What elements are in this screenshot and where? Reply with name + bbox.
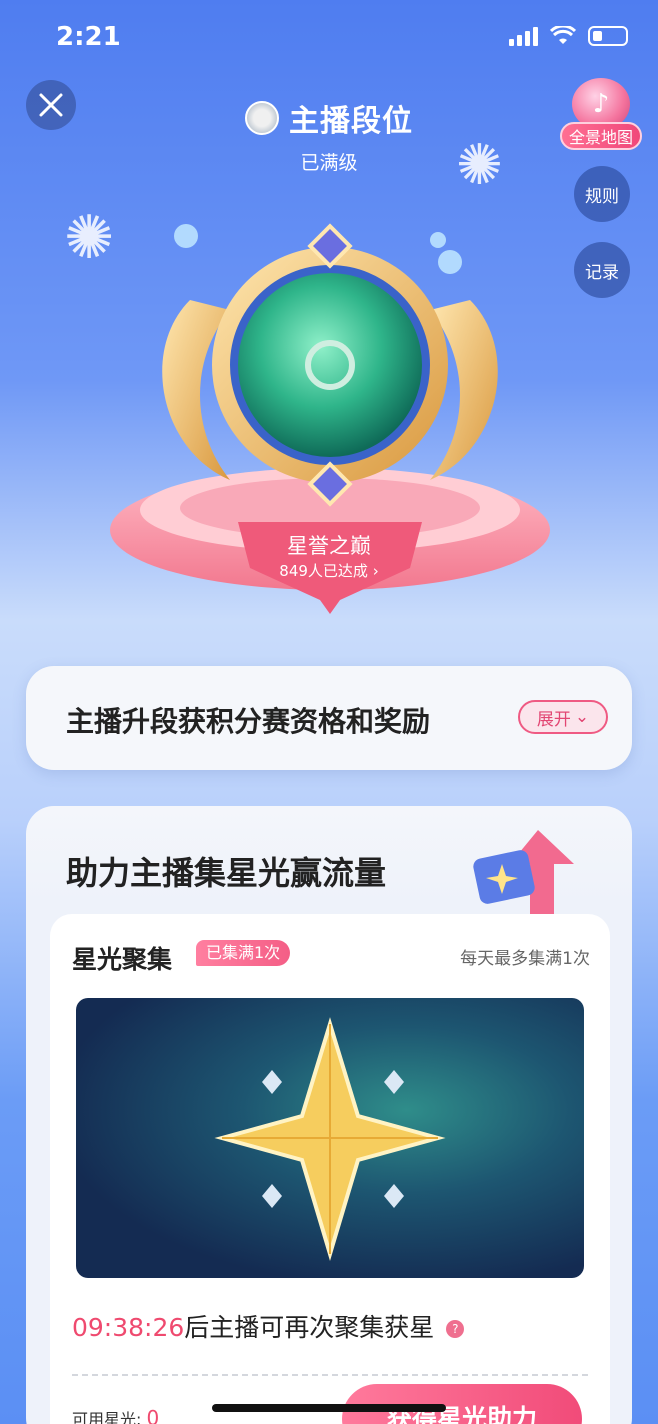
status-bar: 2:21	[0, 0, 658, 80]
chevron-down-icon: ⌄	[574, 707, 590, 727]
firework-decoration: ✺	[456, 133, 503, 198]
battery-icon	[588, 26, 628, 46]
rank-plate[interactable]: 星誉之巅 849人已达成 ›	[218, 522, 440, 612]
chevron-right-icon: ›	[372, 562, 379, 580]
starlight-title: 助力主播集星光赢流量	[66, 854, 387, 892]
available-value: 0	[146, 1406, 160, 1424]
home-indicator[interactable]	[212, 1404, 446, 1412]
gather-title: 星光聚集	[72, 945, 173, 974]
four-point-star-icon	[214, 1017, 446, 1262]
expand-label: 展开	[536, 709, 571, 730]
divider	[72, 1374, 588, 1376]
wifi-icon	[550, 26, 576, 44]
rank-achiever-count[interactable]: 849人已达成 ›	[218, 560, 440, 581]
countdown: 09:38:26后主播可再次聚集获星?	[72, 1308, 465, 1344]
available-label: 可用星光:	[72, 1410, 142, 1424]
rules-button[interactable]: 规则	[574, 166, 630, 222]
rank-name: 星誉之巅	[287, 534, 371, 558]
help-icon[interactable]: ?	[446, 1320, 465, 1338]
starlight-card: 助力主播集星光赢流量 星光聚集 已集满1次 每天最多集满1次 09:38:26后…	[26, 806, 632, 1424]
countdown-text: 后主播可再次聚集获星	[184, 1313, 435, 1342]
countdown-time: 09:38:26	[72, 1313, 185, 1342]
page-title: 主播段位	[289, 104, 413, 139]
panorama-map-label: 全景地图	[560, 122, 642, 150]
status-time: 2:21	[56, 22, 121, 52]
gather-limit-text: 每天最多集满1次	[460, 949, 590, 969]
rank-count-text: 849人已达成	[279, 562, 368, 580]
expand-button[interactable]: 展开 ⌄	[518, 700, 608, 734]
promo-text: 主播升段获积分赛资格和奖励	[66, 705, 431, 738]
avatar[interactable]	[245, 101, 279, 135]
starlight-gather-panel: 星光聚集 已集满1次 每天最多集满1次 09:38:26后主播可再次聚集获星? …	[50, 914, 610, 1424]
status-icons	[509, 26, 628, 46]
signal-icon	[509, 26, 538, 46]
status-badge: 已集满1次	[196, 940, 291, 966]
upgrade-arrow-icon	[473, 830, 574, 916]
record-button[interactable]: 记录	[574, 242, 630, 298]
promo-card: 主播升段获积分赛资格和奖励 展开 ⌄	[26, 666, 632, 770]
star-image	[76, 998, 584, 1278]
panorama-map-button[interactable]: ♪ 全景地图	[560, 78, 642, 154]
available-starlight: 可用星光: 0	[72, 1406, 159, 1424]
